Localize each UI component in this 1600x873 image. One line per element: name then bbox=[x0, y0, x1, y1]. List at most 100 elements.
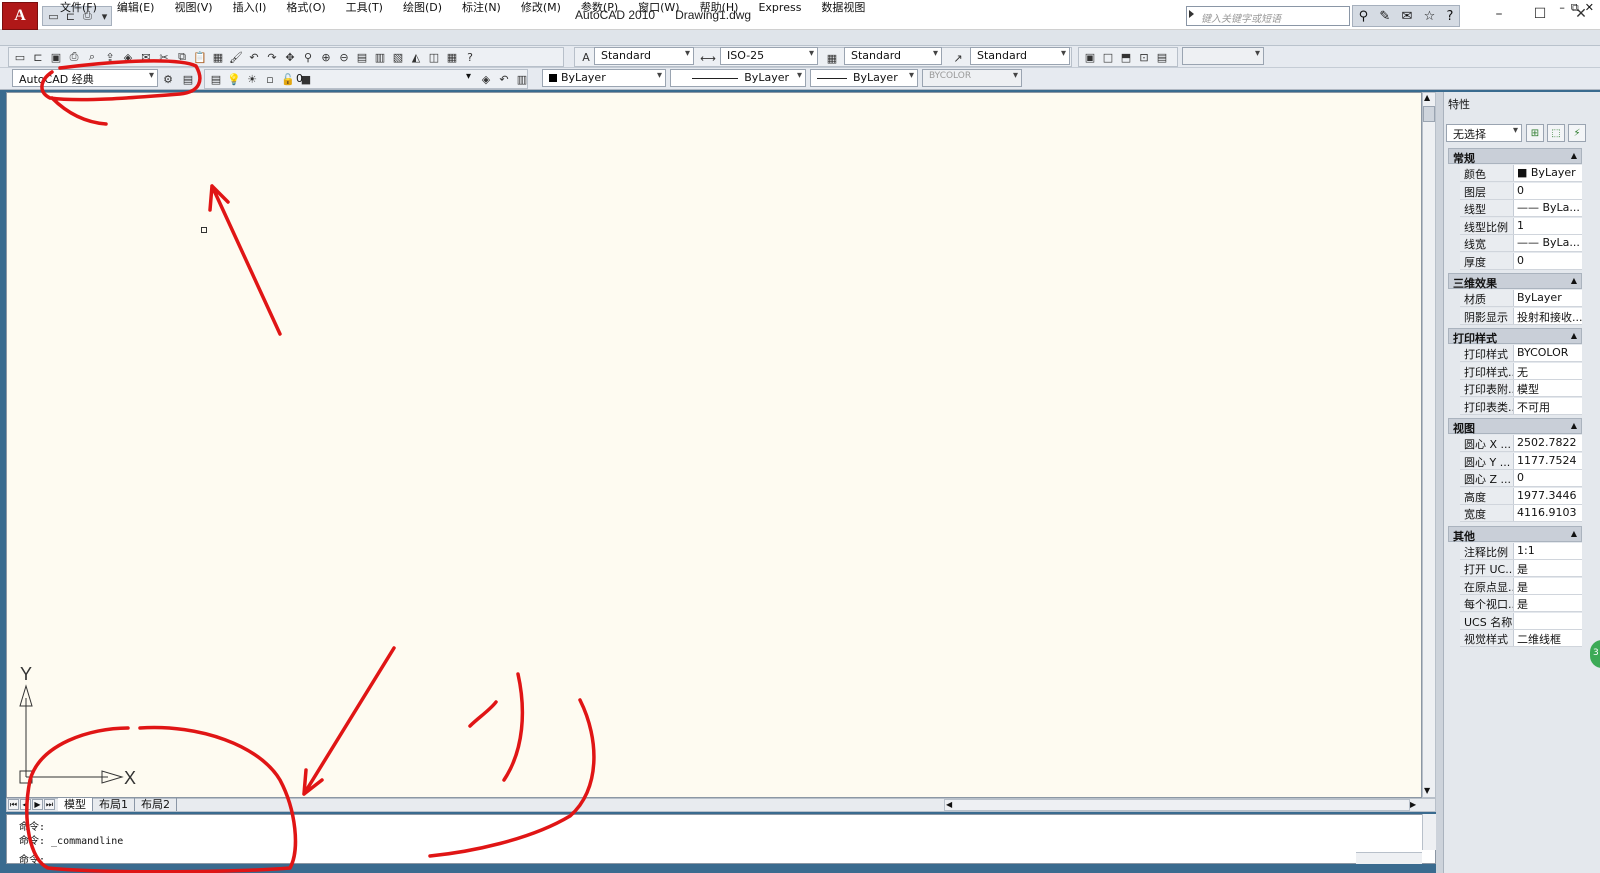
application-menu-button[interactable]: A bbox=[2, 2, 38, 30]
block-icon[interactable]: ▦ bbox=[210, 49, 226, 65]
property-value[interactable]: 模型 bbox=[1514, 380, 1582, 396]
property-row[interactable]: 打印样式... 无 bbox=[1460, 362, 1582, 380]
layer-state-icon[interactable]: ▥ bbox=[514, 71, 530, 87]
table-style-select[interactable]: Standard bbox=[844, 47, 942, 65]
property-value[interactable]: 2502.7822 bbox=[1514, 435, 1582, 451]
property-row[interactable]: 图层 0 bbox=[1460, 182, 1582, 200]
scroll-up-icon[interactable]: ▲ bbox=[1424, 93, 1430, 102]
mleader-style-select[interactable]: Standard bbox=[970, 47, 1070, 65]
property-value[interactable]: 0 bbox=[1514, 182, 1582, 199]
property-value[interactable]: 投射和接收... bbox=[1514, 307, 1582, 324]
properties-icon[interactable]: ▤ bbox=[354, 49, 370, 65]
command-scrollbar[interactable] bbox=[1422, 814, 1436, 850]
lineweight-select[interactable]: ByLayer bbox=[810, 69, 918, 87]
save-icon[interactable]: ▣ bbox=[48, 49, 64, 65]
workspace-save-icon[interactable]: ▤ bbox=[180, 71, 196, 87]
command-input[interactable]: 命令: bbox=[19, 851, 45, 866]
palette-section-header[interactable]: 打印样式 bbox=[1448, 328, 1582, 345]
command-horizontal-scrollbar[interactable] bbox=[1356, 852, 1422, 864]
layer-name[interactable]: 0 bbox=[296, 72, 303, 85]
text-style-icon[interactable]: A bbox=[578, 49, 594, 65]
undo-icon[interactable]: ↶ bbox=[246, 49, 262, 65]
property-value[interactable]: 0 bbox=[1514, 470, 1582, 486]
property-value[interactable]: 0 bbox=[1514, 252, 1582, 269]
minimize-button[interactable]: – bbox=[1484, 6, 1514, 24]
polygonal-viewport-icon[interactable]: ⬒ bbox=[1118, 49, 1134, 65]
property-row[interactable]: 材质 ByLayer bbox=[1460, 290, 1582, 307]
layer-dropdown-icon[interactable]: ▾ bbox=[466, 71, 471, 82]
color-select[interactable]: ByLayer bbox=[542, 69, 666, 87]
property-value[interactable]: 是 bbox=[1514, 595, 1582, 611]
property-row[interactable]: 阴影显示 投射和接收... bbox=[1460, 307, 1582, 325]
tool-palettes-icon[interactable]: ▧ bbox=[390, 49, 406, 65]
property-value[interactable]: 二维线框 bbox=[1514, 630, 1582, 646]
property-value[interactable] bbox=[1514, 612, 1582, 629]
property-value[interactable]: —— ByLa... bbox=[1514, 200, 1582, 216]
property-value[interactable]: ByLayer bbox=[1514, 290, 1582, 306]
select-objects-icon[interactable]: ⬚ bbox=[1547, 124, 1565, 142]
layer-freeze-icon[interactable]: ☀ bbox=[244, 71, 260, 87]
table-style-icon[interactable]: ▦ bbox=[824, 50, 840, 66]
tab-model[interactable]: 模型 bbox=[58, 798, 93, 811]
scroll-right-icon[interactable]: ▶ bbox=[1410, 800, 1416, 809]
publish-icon[interactable]: ⇪ bbox=[102, 49, 118, 65]
binoculars-icon[interactable]: ⚲ bbox=[1359, 9, 1369, 24]
3d-dwf-icon[interactable]: ◈ bbox=[120, 49, 136, 65]
plot-preview-icon[interactable]: ⌕ bbox=[84, 49, 100, 65]
property-row[interactable]: 打印表类... 不可用 bbox=[1460, 397, 1582, 415]
property-value[interactable]: 1977.3446 bbox=[1514, 487, 1582, 504]
quick-select-icon[interactable]: ⚡ bbox=[1568, 124, 1586, 142]
canvas-vertical-scrollbar[interactable] bbox=[1422, 92, 1436, 798]
scroll-down-icon[interactable]: ▼ bbox=[1424, 786, 1430, 795]
menu-parametric[interactable]: 参数(P) bbox=[571, 1, 628, 15]
drawing-canvas[interactable] bbox=[6, 92, 1422, 798]
property-row[interactable]: 在原点显... 是 bbox=[1460, 577, 1582, 595]
property-value[interactable]: 是 bbox=[1514, 577, 1582, 594]
menu-modify[interactable]: 修改(M) bbox=[511, 1, 571, 15]
menu-help[interactable]: 帮助(H) bbox=[690, 1, 749, 15]
toggle-pickadd-icon[interactable]: ⊞ bbox=[1526, 124, 1544, 142]
palette-section-header[interactable]: 其他 bbox=[1448, 525, 1582, 543]
dim-style-icon[interactable]: ⟷ bbox=[700, 50, 716, 66]
property-row[interactable]: 宽度 4116.9103 bbox=[1460, 505, 1582, 522]
layer-on-icon[interactable]: 💡 bbox=[226, 71, 242, 87]
markup-icon[interactable]: ◫ bbox=[426, 49, 442, 65]
paste-icon[interactable]: 📋 bbox=[192, 49, 208, 65]
redo-icon[interactable]: ↷ bbox=[264, 49, 280, 65]
property-value[interactable]: 1 bbox=[1514, 217, 1582, 234]
new-icon[interactable]: ▭ bbox=[12, 49, 28, 65]
help-icon[interactable]: ? bbox=[1446, 9, 1453, 24]
tab-layout2[interactable]: 布局2 bbox=[135, 798, 177, 811]
palette-section-header[interactable]: 视图 bbox=[1448, 418, 1582, 435]
copy-icon[interactable]: ⧉ bbox=[174, 49, 190, 65]
prev-tab-icon[interactable]: ◀ bbox=[20, 799, 31, 810]
property-row[interactable]: 厚度 0 bbox=[1460, 252, 1582, 270]
menu-express[interactable]: Express bbox=[748, 1, 811, 15]
menu-window[interactable]: 窗口(W) bbox=[628, 1, 689, 15]
palette-section-header[interactable]: 常规 bbox=[1448, 148, 1582, 165]
maximize-button[interactable]: ☐ bbox=[1525, 6, 1555, 24]
menu-dimension[interactable]: 标注(N) bbox=[452, 1, 511, 15]
calculator-icon[interactable]: ▦ bbox=[444, 49, 460, 65]
last-tab-icon[interactable]: ⏭ bbox=[44, 799, 55, 810]
property-row[interactable]: 打印表附... 模型 bbox=[1460, 380, 1582, 397]
zoom-realtime-icon[interactable]: ⚲ bbox=[300, 49, 316, 65]
property-value[interactable]: 不可用 bbox=[1514, 397, 1582, 414]
clip-viewport-icon[interactable]: ▤ bbox=[1154, 49, 1170, 65]
viewport-dialog-icon[interactable]: ▣ bbox=[1082, 49, 1098, 65]
property-row[interactable]: 圆心 Z ... 0 bbox=[1460, 470, 1582, 487]
property-row[interactable]: 高度 1977.3446 bbox=[1460, 487, 1582, 505]
expand-arrow-icon[interactable] bbox=[1189, 10, 1194, 18]
workspace-settings-icon[interactable]: ⚙ bbox=[160, 71, 176, 87]
palette-title-strip[interactable] bbox=[1436, 92, 1444, 873]
workspace-select[interactable]: AutoCAD 经典 bbox=[12, 69, 158, 87]
single-viewport-icon[interactable]: □ bbox=[1100, 49, 1116, 65]
palette-section-header[interactable]: 三维效果 bbox=[1448, 273, 1582, 290]
property-row[interactable]: 线宽 —— ByLa... bbox=[1460, 235, 1582, 252]
layer-manager-icon[interactable]: ▤ bbox=[208, 71, 224, 87]
property-row[interactable]: 线型 —— ByLa... bbox=[1460, 200, 1582, 217]
property-value[interactable]: 1:1 bbox=[1514, 542, 1582, 559]
property-value[interactable]: 是 bbox=[1514, 560, 1582, 576]
layer-lock-icon[interactable]: 🔓 bbox=[280, 71, 296, 87]
layer-vp-freeze-icon[interactable]: ▫ bbox=[262, 71, 278, 87]
